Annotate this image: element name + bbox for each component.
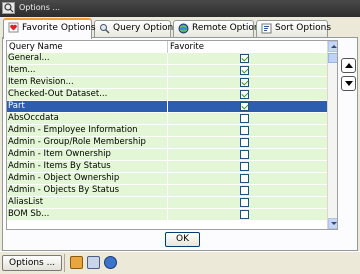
- column-header-query-name[interactable]: Query Name: [9, 42, 63, 52]
- cell-divider: [167, 197, 168, 208]
- table-row[interactable]: Item...: [7, 65, 327, 77]
- scroll-down-button[interactable]: [328, 218, 337, 229]
- cell-divider: [167, 185, 168, 196]
- cell-divider: [167, 209, 168, 220]
- favorite-options-panel: Query Name Favorite General... Item... Ite…: [2, 37, 358, 251]
- tab-remote-option[interactable]: Remote Option: [173, 20, 260, 37]
- cell-divider: [167, 89, 168, 100]
- favorite-checkbox[interactable]: [240, 198, 249, 207]
- favorite-checkbox[interactable]: [240, 162, 249, 171]
- sort-list-icon: [261, 23, 272, 34]
- scroll-down-arrow-icon: [331, 222, 337, 225]
- down-arrow-icon: [345, 81, 353, 86]
- table-row[interactable]: Part: [7, 101, 327, 113]
- settings-icon[interactable]: [87, 256, 100, 269]
- tab-label: Remote Option: [192, 23, 260, 33]
- tab-label: Query Options: [113, 23, 178, 33]
- table-row[interactable]: Admin - Items By Status: [7, 161, 327, 173]
- table-row[interactable]: AbsOccdata: [7, 113, 327, 125]
- query-magnifier-icon: [99, 23, 110, 34]
- favorite-checkbox[interactable]: [240, 90, 249, 99]
- query-name-cell: Part: [8, 101, 25, 111]
- remote-globe-icon: [178, 23, 189, 34]
- window-title: Options ...: [19, 3, 61, 12]
- move-up-button[interactable]: [341, 58, 356, 73]
- scroll-thumb[interactable]: [328, 53, 337, 63]
- query-name-cell: Admin - Employee Information: [8, 125, 138, 135]
- table-row[interactable]: BOM Sb...: [7, 209, 327, 221]
- scroll-up-arrow-icon: [331, 45, 337, 48]
- table-row[interactable]: Admin - Employee Information: [7, 125, 327, 137]
- favorite-checkbox[interactable]: [240, 174, 249, 183]
- table-row[interactable]: Admin - Object Ownership: [7, 173, 327, 185]
- query-name-cell: Admin - Group/Role Membership: [8, 137, 146, 147]
- table-row[interactable]: Checked-Out Dataset...: [7, 89, 327, 101]
- window-icon[interactable]: [2, 2, 15, 14]
- tab-label: Favorite Options: [22, 23, 96, 33]
- favorite-checkbox[interactable]: [240, 54, 249, 63]
- query-name-cell: Admin - Objects By Status: [8, 185, 120, 195]
- query-icon[interactable]: [70, 256, 83, 269]
- table-row[interactable]: Admin - Objects By Status: [7, 185, 327, 197]
- query-name-cell: AbsOccdata: [8, 113, 59, 123]
- tab-sort-options[interactable]: Sort Options: [256, 20, 332, 37]
- query-name-cell: Item Revision...: [8, 77, 74, 87]
- table-header: Query Name Favorite: [7, 41, 327, 53]
- cell-divider: [167, 113, 168, 124]
- favorite-checkbox[interactable]: [240, 102, 249, 111]
- favorite-checkbox[interactable]: [240, 210, 249, 219]
- favorite-heart-icon: [8, 22, 19, 33]
- table-row[interactable]: Admin - Group/Role Membership: [7, 137, 327, 149]
- cell-divider: [167, 77, 168, 88]
- query-name-cell: Admin - Item Ownership: [8, 149, 111, 159]
- table-row[interactable]: Admin - Item Ownership: [7, 149, 327, 161]
- query-name-cell: Checked-Out Dataset...: [8, 89, 108, 99]
- table-row[interactable]: Item Revision...: [7, 77, 327, 89]
- favorite-checkbox[interactable]: [240, 150, 249, 159]
- favorite-checkbox[interactable]: [240, 186, 249, 195]
- query-name-cell: Admin - Items By Status: [8, 161, 111, 171]
- table-row[interactable]: AliasList: [7, 197, 327, 209]
- status-bar: Options ...: [0, 251, 360, 274]
- query-name-cell: General...: [8, 53, 50, 63]
- cell-divider: [167, 137, 168, 148]
- query-name-cell: BOM Sb...: [8, 209, 50, 219]
- query-name-cell: AliasList: [8, 197, 44, 207]
- query-name-cell: Item...: [8, 65, 36, 75]
- favorite-checkbox[interactable]: [240, 126, 249, 135]
- column-header-favorite[interactable]: Favorite: [170, 42, 204, 52]
- cell-divider: [167, 101, 168, 112]
- options-button[interactable]: Options ...: [2, 255, 62, 271]
- cell-divider: [167, 173, 168, 184]
- tab-query-options[interactable]: Query Options: [94, 20, 178, 37]
- favorite-checkbox[interactable]: [240, 78, 249, 87]
- tab-favorite-options[interactable]: Favorite Options: [3, 18, 96, 39]
- table-row[interactable]: General...: [7, 53, 327, 65]
- move-down-button[interactable]: [341, 76, 356, 91]
- cell-divider: [167, 53, 168, 64]
- table-scrollbar[interactable]: [327, 41, 337, 229]
- favorite-checkbox[interactable]: [240, 114, 249, 123]
- title-bar: Options ...: [0, 0, 360, 17]
- cell-divider: [167, 161, 168, 172]
- column-divider[interactable]: [167, 41, 168, 53]
- favorite-checkbox[interactable]: [240, 138, 249, 147]
- tab-label: Sort Options: [275, 23, 332, 33]
- ok-button[interactable]: OK: [165, 232, 200, 247]
- up-arrow-icon: [345, 63, 353, 68]
- cell-divider: [167, 125, 168, 136]
- query-name-cell: Admin - Object Ownership: [8, 173, 120, 183]
- scroll-up-button[interactable]: [328, 41, 337, 52]
- query-table: Query Name Favorite General... Item... Ite…: [6, 40, 338, 230]
- tab-strip: Favorite Options Query Options Remote Op…: [2, 18, 358, 39]
- cell-divider: [167, 65, 168, 76]
- status-divider: [64, 254, 65, 272]
- navigate-icon[interactable]: [104, 256, 117, 269]
- favorite-checkbox[interactable]: [240, 66, 249, 75]
- cell-divider: [167, 149, 168, 160]
